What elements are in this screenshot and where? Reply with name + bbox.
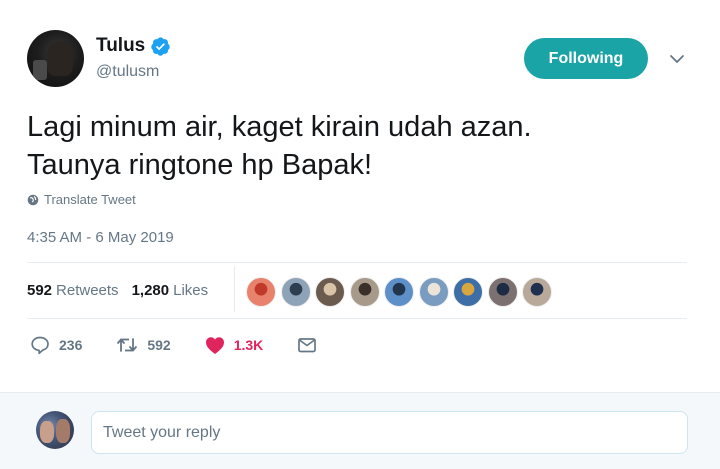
liker-avatar[interactable]	[384, 277, 414, 307]
likes-count: 1,280	[131, 282, 170, 299]
likers-avatars	[246, 277, 557, 307]
like-button[interactable]: 1.3K	[205, 336, 264, 355]
reply-composer	[0, 392, 720, 469]
translate-tweet-link[interactable]: Translate Tweet	[27, 192, 136, 207]
author-display-name[interactable]: Tulus	[96, 35, 145, 57]
divider	[27, 262, 687, 263]
author-avatar[interactable]	[27, 30, 84, 87]
retweets-count: 592	[27, 282, 53, 299]
globe-icon	[27, 194, 39, 205]
heart-icon	[205, 336, 224, 354]
tweet-text-line: Taunya ringtone hp Bapak!	[27, 149, 373, 181]
liker-avatar[interactable]	[246, 277, 276, 307]
current-user-avatar[interactable]	[36, 411, 74, 449]
following-button[interactable]: Following	[524, 38, 648, 79]
retweet-button[interactable]: 592	[116, 335, 171, 355]
direct-message-button[interactable]	[297, 336, 326, 354]
likes-label: Likes	[173, 282, 209, 299]
author-handle[interactable]: @tulusm	[96, 63, 159, 81]
divider	[27, 318, 687, 319]
reply-icon	[31, 336, 49, 355]
retweets-label: Retweets	[56, 282, 119, 299]
liker-avatar[interactable]	[487, 277, 518, 307]
tweet-timestamp[interactable]: 4:35 AM - 6 May 2019	[27, 229, 174, 246]
likes-stat[interactable]: 1,280 Likes	[132, 282, 209, 299]
retweet-count: 592	[147, 337, 171, 353]
liker-avatar[interactable]	[522, 277, 552, 307]
author-name-row: Tulus	[96, 35, 171, 57]
like-count: 1.3K	[233, 337, 264, 353]
envelope-icon	[298, 338, 317, 353]
liker-avatar[interactable]	[315, 277, 345, 307]
reply-count: 236	[59, 337, 83, 353]
stats-separator	[234, 266, 235, 312]
tweet-stats: 592 Retweets 1,280 Likes	[27, 282, 221, 299]
tweet-card: Tulus @tulusm Following Lagi minum air, …	[0, 0, 720, 392]
liker-avatar[interactable]	[349, 277, 380, 307]
tweet-actions: 236 592 1.3K	[30, 335, 360, 355]
chevron-down-icon[interactable]	[668, 53, 686, 65]
reply-button[interactable]: 236	[30, 335, 82, 355]
liker-avatar[interactable]	[453, 277, 483, 307]
tweet-text-line: Lagi minum air, kaget kirain udah azan.	[27, 111, 532, 143]
reply-input[interactable]	[91, 411, 688, 454]
liker-avatar[interactable]	[418, 277, 449, 307]
verified-badge-icon	[151, 36, 170, 56]
retweets-stat[interactable]: 592 Retweets	[27, 282, 119, 299]
retweet-icon	[117, 338, 138, 352]
translate-label: Translate Tweet	[44, 192, 136, 207]
liker-avatar[interactable]	[280, 277, 311, 307]
tweet-text: Lagi minum air, kaget kirain udah azan. …	[27, 108, 687, 184]
